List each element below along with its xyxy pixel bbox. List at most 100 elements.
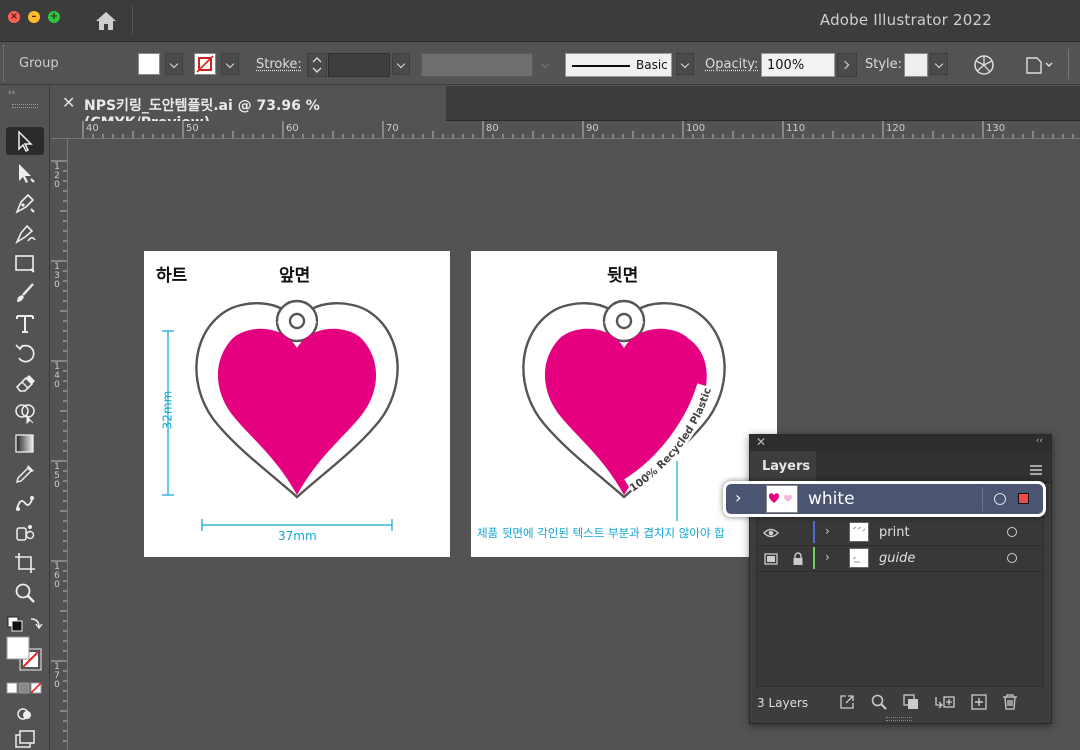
tools-panel: ›› [0,86,50,750]
panel-header[interactable]: ✕ ‹‹ [750,435,1051,451]
layer-count: 3 Layers [757,696,809,710]
symbol-sprayer-tool-icon[interactable] [6,519,44,547]
layer-target-icon[interactable] [1007,527,1017,537]
stroke-weight-dropdown[interactable] [392,53,410,75]
recolor-artwork-icon[interactable] [972,53,996,77]
panel-tabs: Layers [750,451,1051,483]
draw-mode-icon[interactable] [6,700,44,728]
stroke-dropdown[interactable] [221,53,239,75]
locate-object-icon[interactable] [870,693,888,711]
swap-fill-stroke[interactable] [6,614,46,634]
ruler-label: 160 [54,562,60,590]
stroke-label[interactable]: Stroke: [256,57,302,72]
variable-width-profile[interactable] [421,53,533,77]
selection-tool-icon[interactable] [6,127,44,155]
layer-target-icon[interactable] [1007,553,1017,563]
ruler-label: 140 [54,362,60,390]
layer-name[interactable]: white [808,489,855,509]
collapse-panel-icon[interactable]: ‹‹ [1036,436,1043,446]
visibility-eye-icon[interactable] [763,525,779,539]
stroke-none-icon [196,55,214,73]
close-window-button[interactable]: × [8,11,20,23]
layers-panel: ✕ ‹‹ Layers › print › guide 3 Layers [749,434,1052,724]
fill-stroke-swatches[interactable] [6,636,44,672]
opacity-input[interactable]: 100% [761,53,835,77]
color-mode-buttons[interactable] [6,680,44,694]
minimize-window-button[interactable]: – [28,11,40,23]
panel-grip[interactable] [3,45,5,81]
expand-layer-chevron-icon[interactable]: › [825,524,830,538]
pen-tool-icon[interactable] [6,189,44,217]
layer-row-print[interactable]: › print [757,520,1043,546]
new-sublayer-icon[interactable] [934,693,956,711]
layer-list: › print › guide [756,487,1044,687]
document-tab-bar: ✕ NPS키링_도안템플릿.ai @ 73.96 % (CMYK/Preview… [50,86,1080,131]
close-panel-icon[interactable]: ✕ [756,435,766,449]
paintbrush-tool-icon[interactable] [6,279,44,307]
ruler-label: 50 [186,123,199,134]
export-icon[interactable] [838,693,856,711]
document-tab[interactable]: ✕ NPS키링_도안템플릿.ai @ 73.96 % (CMYK/Preview… [50,86,446,131]
heart-keyring-front [162,299,399,531]
gradient-tool-icon[interactable] [6,429,44,457]
template-layer-icon[interactable] [763,551,779,565]
type-tool-icon[interactable] [6,309,44,337]
shape-builder-tool-icon[interactable] [6,399,44,427]
ruler-label: 100 [686,123,706,134]
screen-mode-icon[interactable] [6,726,44,750]
collapse-toolbar-icon[interactable]: ›› [8,88,15,98]
heart-shape [217,328,377,495]
opacity-slider-button[interactable] [837,53,857,77]
curvature-tool-icon[interactable] [6,219,44,247]
default-colors-icon [7,616,43,632]
close-tab-icon[interactable]: ✕ [62,93,75,112]
tab-layers[interactable]: Layers [750,451,816,483]
fill-stroke-icon [6,636,42,671]
home-icon[interactable] [93,9,119,33]
layer-name[interactable]: guide [879,551,915,566]
zoom-tool-icon[interactable] [6,579,44,607]
graphic-style-dropdown[interactable] [930,53,948,75]
eraser-tool-icon[interactable] [6,369,44,397]
rotate-tool-icon[interactable] [6,339,44,367]
brush-dropdown[interactable] [676,53,694,75]
panel-menu-icon[interactable] [1029,461,1043,475]
artboard-tool-icon[interactable] [6,549,44,577]
stroke-swatch[interactable] [194,53,216,75]
layer-target-icon[interactable] [994,493,1006,505]
control-bar: Group Stroke: Basic Opacity: 100% Style: [0,43,1080,85]
fill-swatch[interactable] [138,53,160,75]
layer-color-indicator [813,521,815,543]
maximize-window-button[interactable]: + [48,11,60,23]
panel-resize-grip[interactable] [886,717,912,721]
ruler-label: 60 [286,123,299,134]
new-layer-icon[interactable] [970,693,988,711]
direct-selection-tool-icon[interactable] [6,159,44,187]
puppet-warp-tool-icon[interactable] [6,489,44,517]
lock-icon[interactable] [791,551,805,565]
stroke-weight-stepper[interactable] [307,53,327,77]
expand-layer-chevron-icon[interactable]: › [735,488,741,507]
toolbar-grip[interactable] [12,104,38,108]
clipping-mask-icon[interactable] [902,693,920,711]
graphic-style-swatch[interactable] [904,53,928,77]
layer-row-white[interactable]: › white [723,481,1046,517]
delete-layer-icon[interactable] [1001,693,1019,711]
vertical-ruler: 120 130 140 150 160 170 [51,139,68,750]
selection-indicator-icon[interactable] [1018,493,1029,504]
opacity-label[interactable]: Opacity: [705,57,758,72]
layer-thumbnail [849,522,869,542]
expand-layer-chevron-icon[interactable]: › [825,550,830,564]
brush-definition[interactable]: Basic [565,53,672,77]
layer-row-guide[interactable]: › guide [757,546,1043,572]
artboard-front[interactable]: 하트 앞면 32mm 37mm [144,251,450,557]
brush-name: Basic [636,58,668,72]
fill-dropdown[interactable] [165,53,183,75]
layer-name[interactable]: print [879,525,910,540]
document-setup-icon[interactable] [1022,53,1056,77]
variable-width-dropdown[interactable] [535,53,555,77]
title-bar: × – + Adobe Illustrator 2022 [0,0,1080,42]
stroke-weight-input[interactable] [328,53,390,77]
eyedropper-tool-icon[interactable] [6,459,44,487]
rectangle-tool-icon[interactable] [6,249,44,277]
